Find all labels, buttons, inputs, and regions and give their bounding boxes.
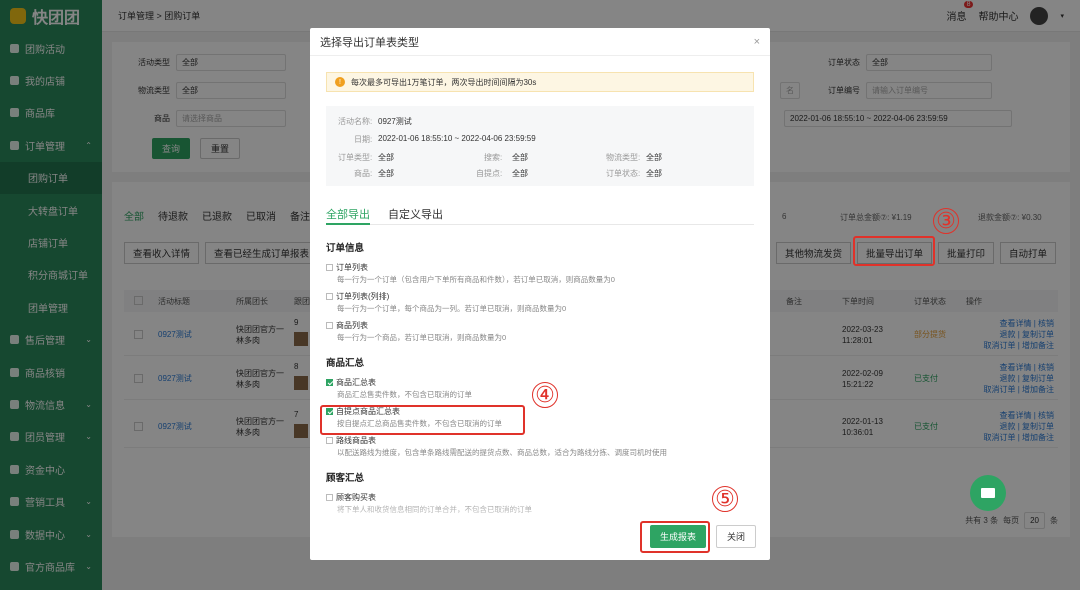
annotation-box-pickup-summary [320,405,525,435]
info-status-value: 全部 [646,169,662,178]
info-pickup-key: 自提点: [476,169,503,178]
section-title: 商品汇总 [326,358,365,369]
export-warning: ! 每次最多可导出1万笔订单，两次导出时间间隔为30s [326,72,754,92]
warning-icon: ! [335,77,345,87]
export-info-panel: 活动名称: 0927测试 日期: 2022-01-06 18:55:10 ~ 2… [326,106,754,186]
annotation-box-batch-export [853,236,935,266]
option-checkbox[interactable] [326,264,333,271]
annotation-number-5: ⑤ [712,486,738,512]
option-checkbox[interactable] [326,437,333,444]
option-description: 每一行为一个商品，若订单已取消，则商品数量为0 [337,333,507,342]
tab-active-indicator [326,223,370,225]
option-label: 订单列表(列排) [336,292,390,301]
info-order-type-key: 订单类型: [338,153,373,162]
export-option[interactable]: 订单列表(列排) 每一行为一个订单，每个商品为一列。若订单已取消，则商品数量为0 [326,291,754,314]
option-label: 订单列表 [336,263,368,272]
info-logistics-value: 全部 [646,153,662,162]
option-checkbox[interactable] [326,293,333,300]
section-title: 订单信息 [326,243,365,254]
modal-close-button[interactable]: 关闭 [715,525,756,548]
info-activity-value: 0927测试 [378,117,412,126]
section-title: 顾客汇总 [326,473,365,484]
option-checkbox[interactable] [326,322,333,329]
export-options-list[interactable]: 订单信息订单列表每一行为一个订单（包含用户下单所有商品和件数），若订单已取消，则… [326,234,754,524]
annotation-number-3: ③ [933,208,959,234]
info-date-value: 2022-01-06 18:55:10 ~ 2022-04-06 23:59:5… [378,134,536,143]
mail-icon [981,488,995,498]
option-description: 以配送路线为维度，包含单条路线需配送的提货点数、商品总数，适合为路线分拣、调度司… [337,448,667,457]
info-goods-value: 全部 [378,169,394,178]
info-activity-key: 活动名称: [338,117,373,126]
close-icon[interactable]: × [754,36,760,48]
info-status-key: 订单状态: [606,169,641,178]
tab-export-all[interactable]: 全部导出 [326,206,370,222]
option-label: 商品列表 [336,321,368,330]
export-option[interactable]: 路线商品表以配送路线为维度，包含单条路线需配送的提货点数、商品总数，适合为路线分… [326,435,754,458]
info-goods-key: 商品: [354,169,373,178]
info-logistics-key: 物流类型: [606,153,641,162]
info-pickup-value: 全部 [512,169,528,178]
tab-divider [326,224,754,225]
tab-export-custom[interactable]: 自定义导出 [388,206,443,222]
info-search-key: 搜索: [484,153,503,162]
option-label: 商品汇总表 [336,378,376,387]
option-description: 每一行为一个订单，每个商品为一列。若订单已取消，则商品数量为0 [337,304,567,313]
option-label: 路线商品表 [336,436,376,445]
modal-title: 选择导出订单表类型 [320,36,419,49]
info-search-value: 全部 [512,153,528,162]
info-date-key: 日期: [354,135,373,144]
option-checkbox[interactable] [326,379,333,386]
warning-text: 每次最多可导出1万笔订单，两次导出时间间隔为30s [351,77,537,87]
option-description: 每一行为一个订单（包含用户下单所有商品和件数），若订单已取消，则商品数量为0 [337,275,615,284]
chat-button[interactable] [970,475,1006,511]
info-order-type-value: 全部 [378,153,394,162]
export-modal: 选择导出订单表类型 × ! 每次最多可导出1万笔订单，两次导出时间间隔为30s 活动… [310,28,770,560]
annotation-number-4: ④ [532,382,558,408]
export-option[interactable]: 商品列表每一行为一个商品，若订单已取消，则商品数量为0 [326,320,754,343]
annotation-box-generate [640,521,710,553]
export-option[interactable]: 订单列表每一行为一个订单（包含用户下单所有商品和件数），若订单已取消，则商品数量… [326,262,754,285]
